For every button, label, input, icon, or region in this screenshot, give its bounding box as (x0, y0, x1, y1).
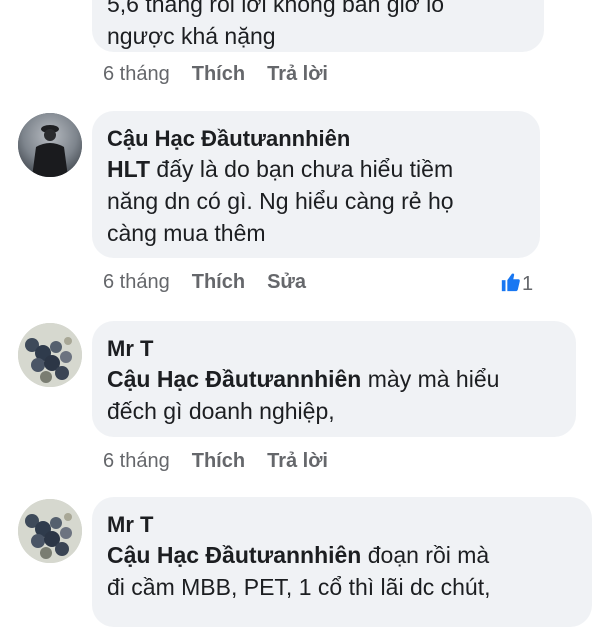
comment-text-line: đếch gì doanh nghiệp, (107, 398, 335, 424)
like-button[interactable]: Thích (192, 270, 245, 294)
reply-button[interactable]: Trả lời (267, 449, 328, 473)
comment-text: Cậu Hạc Đầutưannhiên đoạn rồi mà (107, 539, 576, 571)
avatar[interactable] (18, 323, 82, 387)
comment-time: 6 tháng (103, 271, 170, 293)
comment-text: Cậu Hạc Đầutưannhiên mày mà hiểu (107, 363, 560, 395)
comment-bubble-2: Cậu Hạc Đầutưannhiên HLT đấy là do bạn c… (92, 111, 540, 258)
like-button[interactable]: Thích (192, 449, 245, 473)
reaction-count-label: 1 (522, 273, 534, 295)
comment-actions: 6 tháng Thích Trả lời (103, 62, 350, 86)
avatar-image (18, 323, 82, 387)
edit-button[interactable]: Sửa (267, 270, 306, 294)
comment-bubble-3: Mr T Cậu Hạc Đầutưannhiên mày mà hiểu đế… (92, 321, 576, 437)
comment-text-line: năng dn có gì. Ng hiểu càng rẻ họ (107, 188, 454, 214)
like-button[interactable]: Thích (192, 62, 245, 86)
comment-author[interactable]: Mr T (107, 511, 576, 539)
thumbs-up-icon (501, 273, 520, 292)
comment-actions: 6 tháng Thích Trả lời (103, 449, 350, 473)
comment-bubble-4: Mr T Cậu Hạc Đầutưannhiên đoạn rồi mà đi… (92, 497, 592, 627)
avatar[interactable] (18, 499, 82, 563)
comment-text-line: mày mà hiểu (361, 366, 500, 392)
reaction-count[interactable]: 1 (500, 271, 533, 296)
reply-button[interactable]: Trả lời (267, 62, 328, 86)
comment-time: 6 tháng (103, 450, 170, 472)
comment-text-line: đấy là do bạn chưa hiểu tiềm (150, 156, 454, 182)
comment-author[interactable]: Cậu Hạc Đầutưannhiên (107, 125, 524, 153)
comment-actions: 6 tháng Thích Sửa (103, 270, 328, 294)
comment-text-line: đoạn rồi mà (361, 542, 490, 568)
comment-author[interactable]: Mr T (107, 335, 560, 363)
comment-time: 6 tháng (103, 63, 170, 85)
comment-text-line: 5,6 tháng rồi lời không bán giờ lỗ (107, 0, 445, 17)
comment-text: HLT đấy là do bạn chưa hiểu tiềm (107, 153, 524, 185)
avatar-image (18, 499, 82, 563)
avatar[interactable] (18, 113, 82, 177)
comment-text-line: ngược khá nặng (107, 23, 276, 49)
mention-link[interactable]: HLT (107, 156, 150, 182)
mention-link[interactable]: Cậu Hạc Đầutưannhiên (107, 542, 361, 568)
mention-link[interactable]: Cậu Hạc Đầutưannhiên (107, 366, 361, 392)
comment-text-line: đi cầm MBB, PET, 1 cổ thì lãi dc chút, (107, 574, 491, 600)
comment-bubble-1: 5,6 tháng rồi lời không bán giờ lỗ ngược… (92, 0, 544, 52)
comment-text-line: càng mua thêm (107, 220, 266, 246)
avatar-image (18, 113, 82, 177)
